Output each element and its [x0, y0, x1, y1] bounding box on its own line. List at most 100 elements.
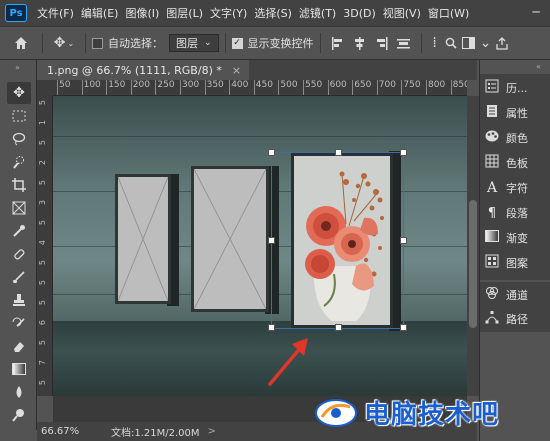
gradient-tool-icon[interactable]: [7, 358, 31, 380]
move-tool-icon[interactable]: ✥: [7, 82, 31, 104]
vertical-scrollbar[interactable]: [467, 96, 479, 396]
ruler-tick-label: 5: [38, 280, 47, 286]
ruler-tick-label: 5: [38, 340, 47, 346]
healing-brush-tool-icon[interactable]: [7, 243, 31, 265]
menu-edit[interactable]: 编辑(E): [81, 5, 119, 21]
watermark-text: 电脑技术吧: [364, 399, 500, 430]
divider: [85, 33, 86, 53]
lasso-tool-icon[interactable]: [7, 128, 31, 150]
menu-select[interactable]: 选择(S): [254, 5, 292, 21]
transform-handle-top-left[interactable]: [268, 149, 275, 156]
ruler-tick-label: 600: [327, 80, 347, 95]
panel-label: 字符: [506, 182, 528, 195]
panel-patterns[interactable]: 图案: [484, 253, 548, 273]
share-icon[interactable]: [494, 31, 510, 55]
collapse-arrows-icon[interactable]: »: [15, 63, 20, 72]
menu-file[interactable]: 文件(F): [37, 5, 74, 21]
panel-label: 路径: [506, 313, 528, 326]
auto-select-checkbox[interactable]: [92, 37, 103, 49]
align-right-icon[interactable]: [371, 31, 393, 55]
layer-select-dropdown[interactable]: 图层 ⌄: [169, 34, 219, 52]
auto-select-label: 自动选择：: [108, 37, 163, 50]
transform-handle-bottom-left[interactable]: [268, 324, 275, 331]
close-icon[interactable]: ×: [232, 64, 241, 77]
ruler-tick-label: 50: [56, 80, 71, 95]
workspace-icon[interactable]: [460, 31, 478, 55]
transform-handle-left[interactable]: [268, 237, 275, 244]
zoom-level[interactable]: 66.67%: [41, 426, 101, 437]
clone-stamp-tool-icon[interactable]: [7, 289, 31, 311]
show-transform-checkbox[interactable]: ✓: [231, 37, 243, 49]
ruler-tick-label: 5: [38, 380, 47, 386]
history-brush-tool-icon[interactable]: [7, 312, 31, 334]
ruler-tick-label: 350: [204, 80, 224, 95]
panel-swatches[interactable]: 色板: [484, 153, 548, 173]
menu-view[interactable]: 视图(V): [383, 5, 421, 21]
blur-tool-icon[interactable]: [7, 381, 31, 403]
ruler-tick-label: 400: [229, 80, 249, 95]
ruler-tick-label: 700: [376, 80, 396, 95]
menu-3d[interactable]: 3D(D): [343, 7, 376, 20]
gradient-icon: [484, 230, 500, 246]
divider: [319, 33, 321, 53]
panel-properties[interactable]: 属性: [484, 103, 548, 123]
menu-layer[interactable]: 图层(L): [166, 5, 203, 21]
wall-seam: [53, 136, 467, 137]
transform-handle-bottom[interactable]: [335, 324, 342, 331]
swatches-grid-icon: [484, 154, 500, 172]
right-panel-dock: « 历... 属性 颜色 色板 A 字符 ¶ 段落 渐变 图案 通道 路径: [479, 60, 550, 441]
home-icon[interactable]: [6, 31, 36, 55]
panel-paragraph[interactable]: ¶ 段落: [484, 203, 548, 223]
eyedropper-tool-icon[interactable]: [7, 220, 31, 242]
ruler-tick-label: 300: [179, 80, 200, 95]
eraser-tool-icon[interactable]: [7, 335, 31, 357]
status-menu-arrow[interactable]: >: [208, 426, 216, 437]
quick-select-tool-icon[interactable]: [7, 151, 31, 173]
panel-gradients[interactable]: 渐变: [484, 228, 548, 248]
panel-label: 属性: [506, 107, 528, 120]
move-tool-preset-icon[interactable]: ✥ ⌄: [49, 31, 79, 55]
scrollbar-thumb[interactable]: [469, 200, 477, 328]
chevron-down-icon: ⌄: [204, 38, 212, 48]
chevron-down-icon[interactable]: ⌄: [478, 31, 494, 55]
panel-paths[interactable]: 路径: [484, 309, 548, 329]
panel-label: 段落: [506, 207, 528, 220]
panel-character[interactable]: A 字符: [484, 178, 548, 198]
align-more-icon[interactable]: ⁞: [428, 31, 442, 55]
menu-filter[interactable]: 滤镜(T): [299, 5, 336, 21]
panel-channels[interactable]: 通道: [484, 285, 548, 305]
annotation-arrow-icon: [268, 338, 308, 386]
ruler-tick-label: 7: [38, 360, 47, 366]
transform-handle-top[interactable]: [335, 149, 342, 156]
crop-tool-icon[interactable]: [7, 174, 31, 196]
collapse-arrows-icon[interactable]: «: [536, 62, 541, 71]
panel-label: 色板: [506, 157, 528, 170]
panel-group-primary: 历... 属性 颜色 色板 A 字符 ¶ 段落 渐变 图案: [480, 74, 550, 280]
document-canvas[interactable]: [53, 96, 467, 396]
marquee-tool-icon[interactable]: [7, 105, 31, 127]
distribute-icon[interactable]: [393, 31, 415, 55]
minimize-icon[interactable]: ─: [526, 3, 546, 21]
transform-handle-bottom-right[interactable]: [400, 324, 407, 331]
brush-tool-icon[interactable]: [7, 266, 31, 288]
menu-image[interactable]: 图像(I): [125, 5, 159, 21]
document-tab[interactable]: 1.png @ 66.7% (1111, RGB/8) * ×: [37, 60, 250, 80]
panel-history[interactable]: 历...: [484, 78, 548, 98]
menu-type[interactable]: 文字(Y): [210, 5, 247, 21]
transform-handle-top-right[interactable]: [400, 149, 407, 156]
panel-color[interactable]: 颜色: [484, 128, 548, 148]
align-center-icon[interactable]: [349, 31, 371, 55]
document-tab-bar: 1.png @ 66.7% (1111, RGB/8) * ×: [37, 60, 477, 80]
ruler-origin[interactable]: [37, 80, 53, 96]
horizontal-ruler[interactable]: 50 100 150 200 250 300 350 400 450 500 550 600 650 70…: [53, 80, 467, 96]
transform-bounding-box[interactable]: [268, 149, 407, 331]
frame-tool-icon[interactable]: [7, 197, 31, 219]
menu-bar: Ps 文件(F) 编辑(E) 图像(I) 图层(L) 文字(Y) 选择(S) 滤…: [0, 0, 550, 26]
align-left-icon[interactable]: [327, 31, 349, 55]
menu-window[interactable]: 窗口(W): [428, 5, 469, 21]
search-icon[interactable]: [442, 31, 460, 55]
dodge-tool-icon[interactable]: [7, 404, 31, 426]
transform-handle-right[interactable]: [400, 237, 407, 244]
vertical-ruler[interactable]: 5 1 5 2 5 3 5 4 5 5 5 6 5 7 5: [37, 96, 53, 396]
ruler-tick-label: 5: [38, 180, 47, 186]
